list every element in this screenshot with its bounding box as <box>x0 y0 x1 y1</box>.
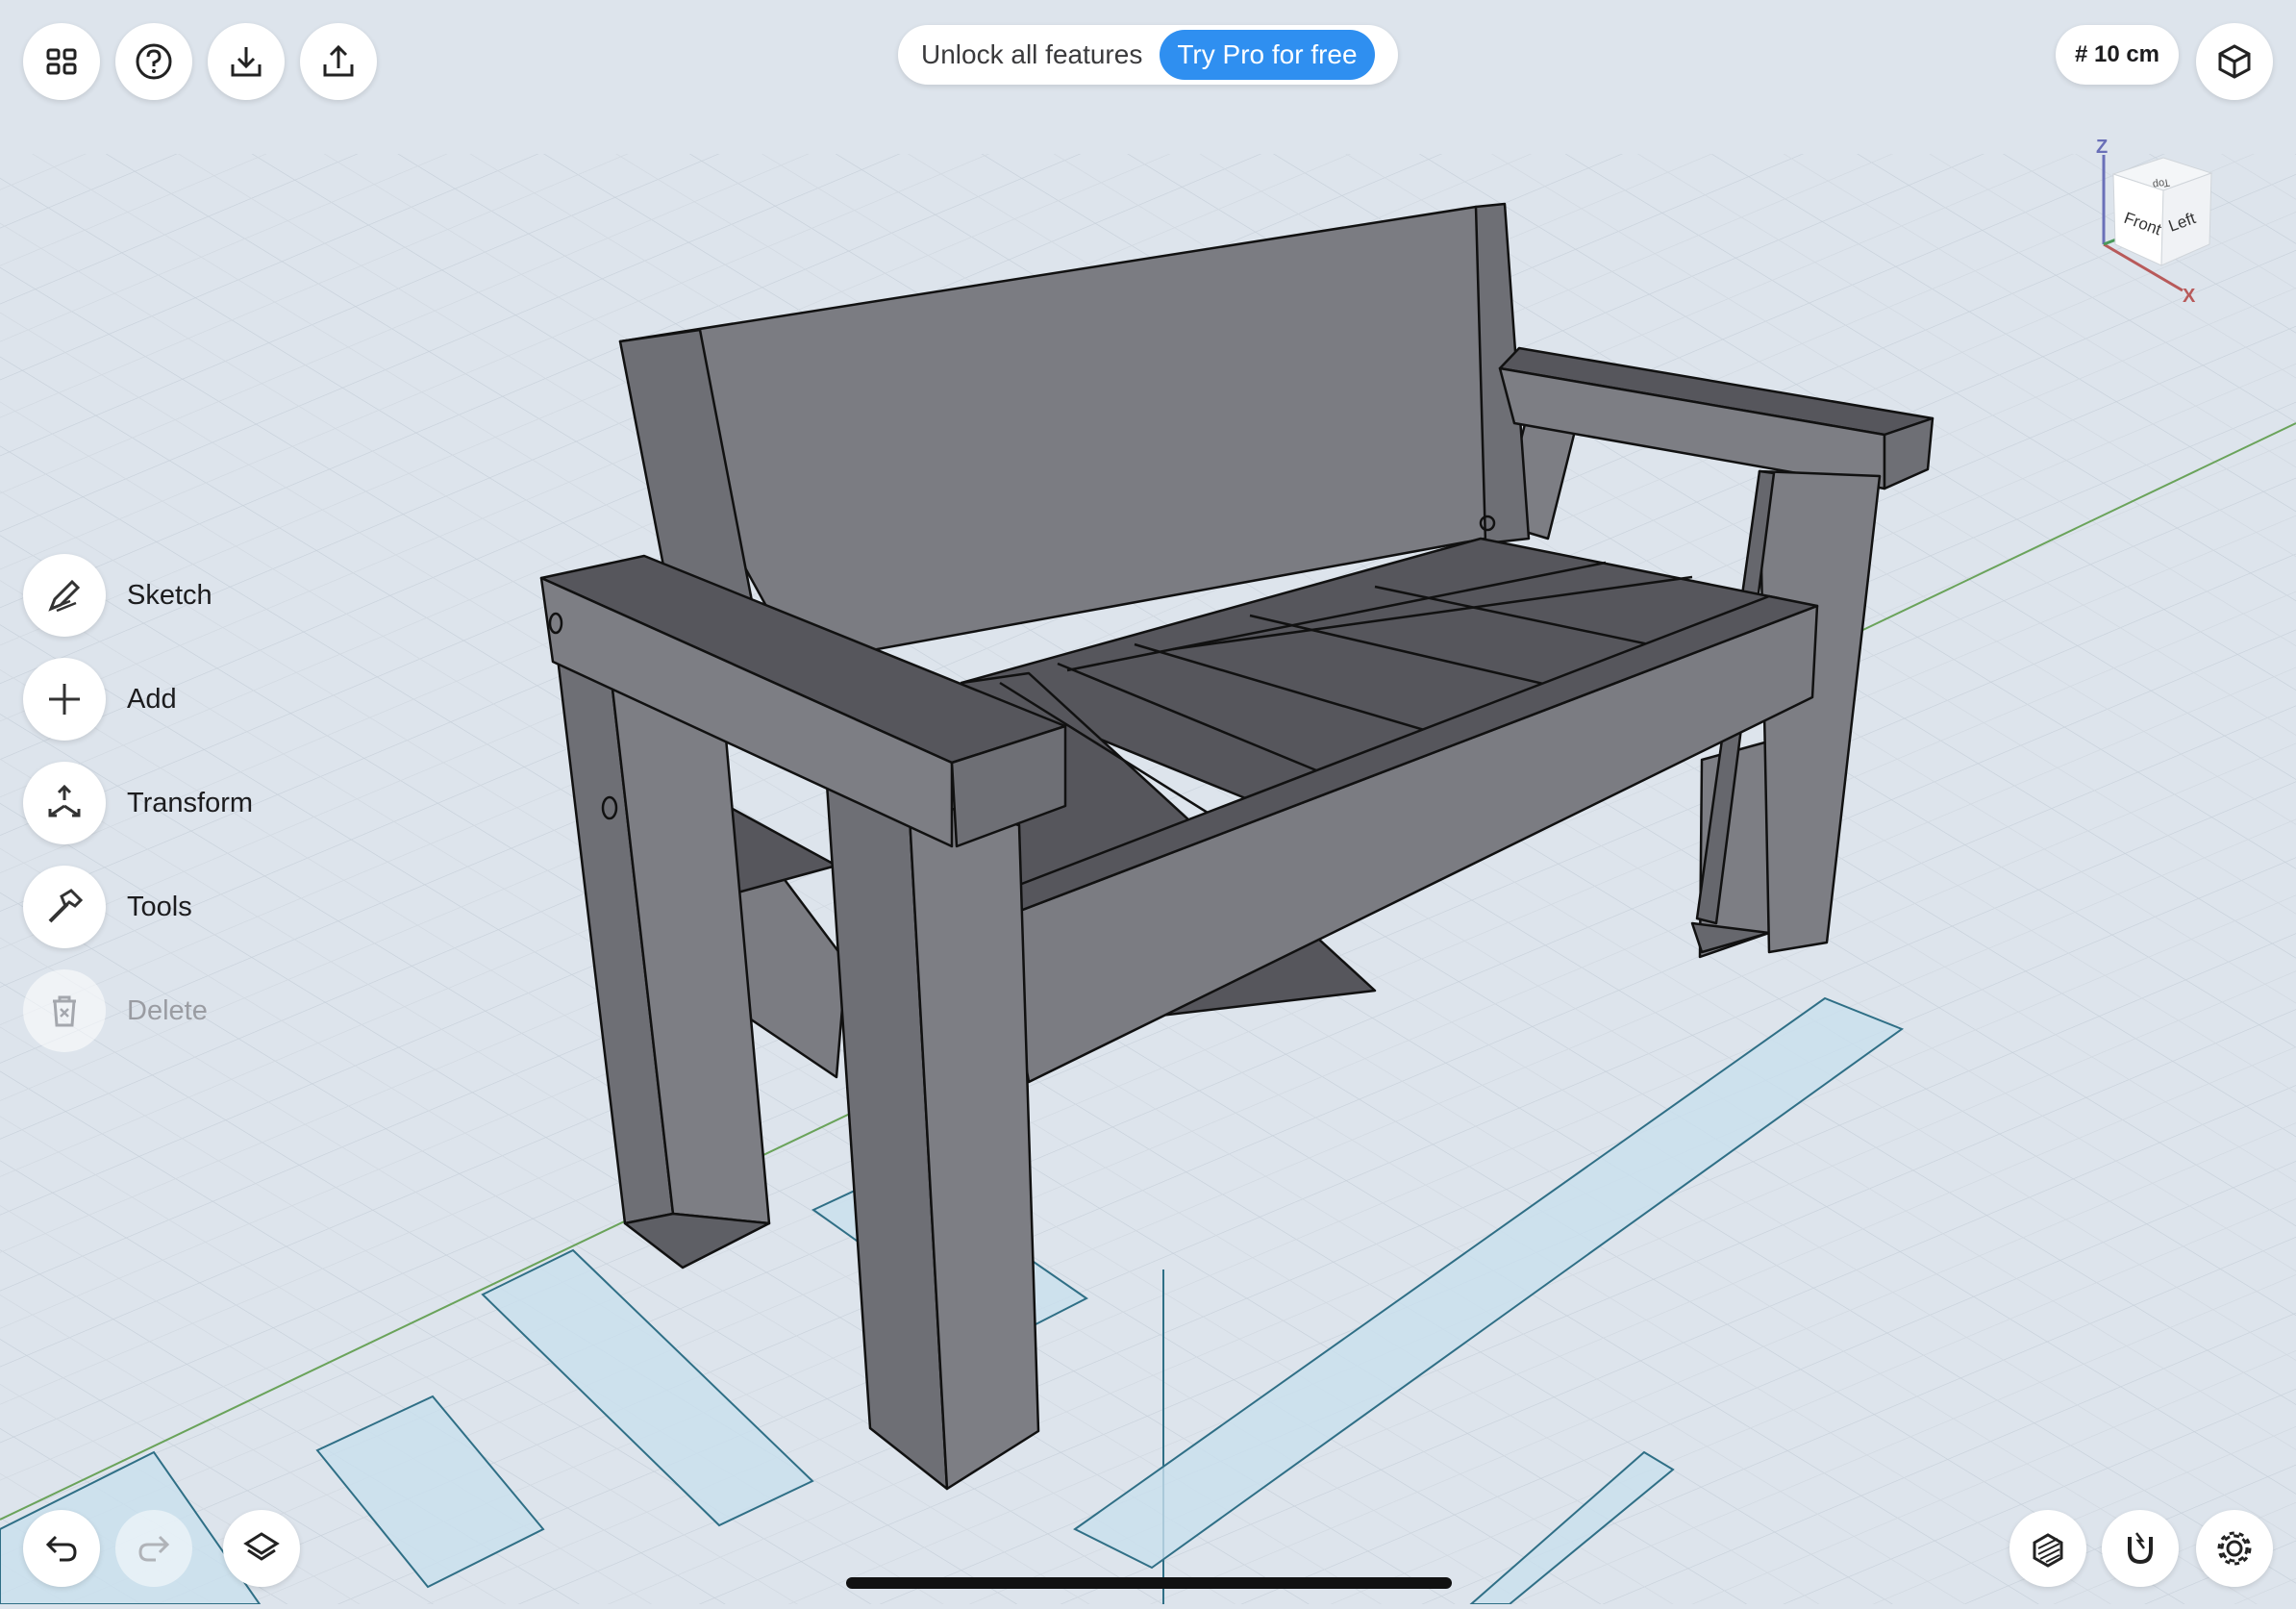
snap-button[interactable] <box>2102 1510 2179 1587</box>
import-button[interactable] <box>208 23 285 100</box>
snap-magnet-icon <box>2128 1532 2153 1565</box>
tool-transform[interactable]: Transform <box>23 762 253 844</box>
tool-tools-label: Tools <box>127 891 192 922</box>
layers-icon <box>243 1532 280 1561</box>
tool-tools-button[interactable] <box>23 866 106 948</box>
axis-x-label: X <box>2183 286 2196 304</box>
view-mode-icon <box>2218 44 2251 79</box>
promo-text: Unlock all features <box>921 39 1143 69</box>
grid-menu-button[interactable] <box>23 23 100 100</box>
help-icon <box>136 43 172 80</box>
tool-transform-button[interactable] <box>23 762 106 844</box>
tool-sketch-label: Sketch <box>127 579 212 611</box>
pen-icon <box>48 579 81 613</box>
redo-icon <box>138 1535 170 1562</box>
view-mode-button[interactable] <box>2196 23 2273 100</box>
view-cube[interactable]: Z X Front Left Top <box>2077 131 2240 307</box>
section-view-button[interactable] <box>2009 1510 2086 1587</box>
import-icon <box>231 47 262 77</box>
viewport-canvas <box>0 0 2296 1605</box>
tool-delete-label: Delete <box>127 994 208 1026</box>
settings-button[interactable] <box>2196 1510 2273 1587</box>
undo-icon <box>45 1535 77 1562</box>
tool-add-label: Add <box>127 683 177 715</box>
redo-button[interactable] <box>115 1510 192 1587</box>
help-button[interactable] <box>115 23 192 100</box>
try-pro-button[interactable]: Try Pro for free <box>1160 30 1375 80</box>
settings-icon <box>2217 1531 2252 1566</box>
tool-sketch-button[interactable] <box>23 554 106 637</box>
undo-button[interactable] <box>23 1510 100 1587</box>
tool-tools[interactable]: Tools <box>23 866 192 948</box>
3d-viewport[interactable] <box>0 0 2296 1605</box>
tool-delete-button[interactable] <box>23 969 106 1052</box>
layers-button[interactable] <box>223 1510 300 1587</box>
home-indicator[interactable] <box>846 1577 1452 1589</box>
hammer-icon <box>48 889 84 923</box>
tool-transform-label: Transform <box>127 787 254 818</box>
trash-icon <box>53 995 76 1027</box>
axis-z-label: Z <box>2096 137 2108 158</box>
export-icon <box>323 44 354 77</box>
section-icon <box>2033 1533 2063 1568</box>
tool-add-button[interactable] <box>23 658 106 741</box>
grid-menu-icon <box>46 48 77 75</box>
grid-size-button[interactable]: # 10 cm <box>2056 25 2179 85</box>
tool-delete[interactable]: Delete <box>23 969 208 1052</box>
tool-add[interactable]: Add <box>23 658 177 741</box>
tool-sketch[interactable]: Sketch <box>23 554 212 637</box>
plus-icon <box>49 684 80 715</box>
pro-promo-banner[interactable]: Unlock all features Try Pro for free <box>898 25 1398 85</box>
export-button[interactable] <box>300 23 377 100</box>
transform-arrows-icon <box>48 784 81 817</box>
